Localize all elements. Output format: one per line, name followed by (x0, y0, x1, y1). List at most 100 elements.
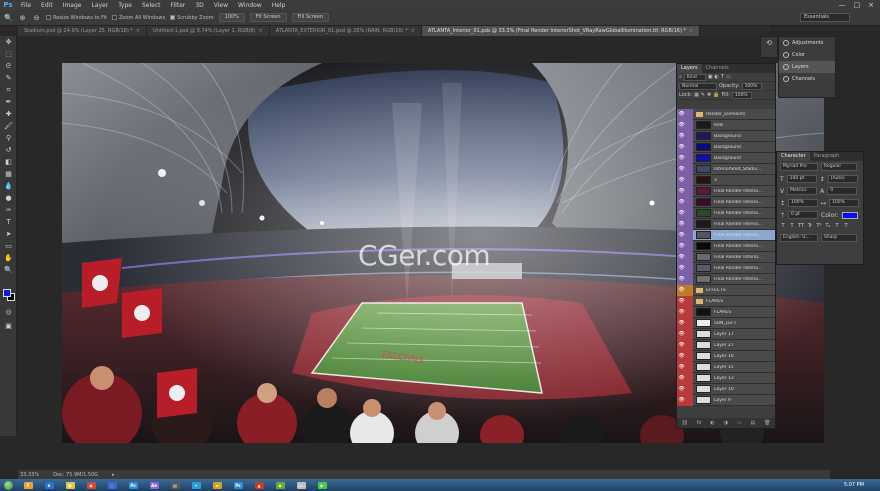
layer-row[interactable]: 👁 Layer 9 (677, 394, 775, 406)
layer-row[interactable]: 👁 Final Render Interio... (677, 240, 775, 252)
layer-row[interactable]: 👁 Final Render Interio... (677, 251, 775, 263)
taskbar-app-button[interactable]: ◆ (271, 480, 289, 491)
taskbar-app-button[interactable]: Ps (229, 480, 247, 491)
taskbar-app-button[interactable]: Ps (124, 480, 142, 491)
visibility-eye-icon[interactable]: 👁 (677, 109, 686, 120)
healing-tool-icon[interactable]: ✚ (0, 108, 17, 120)
menu-filter[interactable]: Filter (166, 2, 191, 9)
minimize-button[interactable]: — (839, 1, 846, 9)
blur-tool-icon[interactable]: 💧 (0, 180, 17, 192)
tab-layers[interactable]: Layers (677, 64, 702, 73)
menu-3d[interactable]: 3D (190, 2, 208, 9)
visibility-eye-icon[interactable]: 👁 (677, 185, 686, 197)
stamp-tool-icon[interactable]: ⚲ (0, 132, 17, 144)
close-tab-icon[interactable]: × (411, 26, 415, 36)
type-style-button[interactable]: T (789, 223, 795, 230)
crop-tool-icon[interactable]: ⌗ (0, 84, 17, 96)
menu-layer[interactable]: Layer (86, 2, 113, 9)
menu-image[interactable]: Image (58, 2, 87, 9)
visibility-eye-icon[interactable]: 👁 (677, 152, 686, 164)
layer-row[interactable]: 👁 Background (677, 130, 775, 142)
menu-edit[interactable]: Edit (36, 2, 58, 9)
eyedropper-tool-icon[interactable]: ✒ (0, 96, 17, 108)
actual-pixels-button[interactable]: 100% (218, 13, 245, 22)
menu-type[interactable]: Type (113, 2, 137, 9)
visibility-eye-icon[interactable]: 👁 (677, 262, 686, 274)
history-brush-icon[interactable]: ↺ (0, 144, 17, 156)
layer-row[interactable]: 👁 InteriorShot_Stadiu... (677, 163, 775, 175)
layer-row[interactable]: 👁 3 (677, 174, 775, 186)
zoom-level[interactable]: 33.33% (20, 472, 39, 478)
visibility-eye-icon[interactable]: 👁 (677, 163, 686, 175)
kind-select[interactable]: Kind (683, 73, 706, 81)
layer-row[interactable]: 👁 Layer 13 (677, 372, 775, 384)
layer-row[interactable]: 👁 Layer 17 (677, 328, 775, 340)
tab-character[interactable]: Character (777, 152, 810, 161)
history-panel-icon[interactable]: ⟲ (761, 37, 777, 49)
language-select[interactable]: English: U... (780, 234, 818, 242)
type-style-button[interactable]: T (834, 223, 840, 230)
tab-paragraph[interactable]: Paragraph (810, 152, 844, 161)
layer-row[interactable]: 👁 Final Render Interio... (677, 196, 775, 208)
adjustment-layer-icon[interactable]: ◑ (724, 420, 728, 426)
menu-select[interactable]: Select (137, 2, 166, 9)
type-tool-icon[interactable]: T (0, 216, 17, 228)
shape-filter-icon[interactable]: ▭ (726, 74, 731, 80)
dodge-tool-icon[interactable]: ● (0, 192, 17, 204)
lock-pixels-icon[interactable]: ▦ (694, 92, 699, 98)
foreground-color-swatch[interactable] (3, 289, 11, 297)
zoom-all-checkbox[interactable]: Zoom All Windows (112, 15, 165, 21)
visibility-eye-icon[interactable]: 👁 (677, 394, 686, 406)
type-style-button[interactable]: T₁ (825, 223, 831, 230)
layer-row[interactable]: 👁 Background (677, 141, 775, 153)
menu-window[interactable]: Window (233, 2, 267, 9)
tab-channels[interactable]: Channels (702, 64, 733, 73)
leading-field[interactable]: (Auto) (827, 175, 858, 183)
taskbar-app-button[interactable]: ▶ (313, 480, 331, 491)
layer-row[interactable]: 👁 Layer 15 (677, 361, 775, 373)
visibility-eye-icon[interactable]: 👁 (677, 295, 686, 307)
antialias-select[interactable]: Sharp (821, 234, 857, 242)
dock-panel-color[interactable]: Color (779, 49, 835, 61)
visibility-eye-icon[interactable]: 👁 (677, 119, 686, 131)
marquee-tool-icon[interactable]: ⬚ (0, 48, 17, 60)
visibility-eye-icon[interactable]: 👁 (677, 339, 686, 351)
taskbar-app-button[interactable]: ✦ (187, 480, 205, 491)
status-arrow-icon[interactable]: ▸ (112, 472, 115, 478)
scrubby-zoom-checkbox[interactable]: Scrubby Zoom (170, 15, 214, 21)
screen-mode-icon[interactable]: ▣ (0, 320, 17, 332)
clock[interactable]: 5:07 PM (844, 482, 880, 488)
taskbar-app-button[interactable]: ◌ (103, 480, 121, 491)
layer-style-icon[interactable]: fx (697, 420, 702, 426)
lock-paint-icon[interactable]: ✎ (701, 92, 705, 98)
move-tool-icon[interactable]: ✥ (0, 36, 17, 48)
font-family-select[interactable]: Myriad Pro (780, 163, 818, 171)
new-group-icon[interactable]: ▭ (737, 420, 742, 426)
menu-help[interactable]: Help (267, 2, 291, 9)
layer-row[interactable]: 👁 FLARES (677, 306, 775, 318)
taskbar-app-button[interactable]: e (40, 480, 58, 491)
menu-file[interactable]: File (16, 2, 36, 9)
lock-move-icon[interactable]: ✥ (707, 92, 711, 98)
layer-row[interactable]: 👁 leds (677, 119, 775, 131)
visibility-eye-icon[interactable]: 👁 (677, 130, 686, 142)
layer-row[interactable]: 👁 Background (677, 152, 775, 164)
taskbar-app-button[interactable]: ▲ (250, 480, 268, 491)
vertical-scale-field[interactable]: 100% (788, 199, 819, 207)
opacity-field[interactable]: 100% (741, 82, 762, 90)
text-color-swatch[interactable] (841, 211, 858, 219)
kerning-field[interactable]: Metrics (787, 187, 818, 195)
font-size-field[interactable]: 100 pt (786, 175, 817, 183)
zoom-in-icon[interactable]: ⊕ (18, 13, 27, 22)
visibility-eye-icon[interactable]: 👁 (677, 372, 686, 384)
lock-all-icon[interactable]: 🔒 (713, 92, 719, 98)
layer-row[interactable]: 👁 Final Render Interio... (677, 207, 775, 219)
maximize-button[interactable]: □ (854, 1, 861, 9)
layer-group-row[interactable]: 👁 FLARES (677, 295, 775, 307)
taskbar-app-button[interactable]: ▤ (166, 480, 184, 491)
visibility-eye-icon[interactable]: 👁 (677, 328, 686, 340)
menu-view[interactable]: View (209, 2, 233, 9)
taskbar-app-button[interactable]: Ae (145, 480, 163, 491)
visibility-eye-icon[interactable]: 👁 (677, 196, 686, 208)
gradient-tool-icon[interactable]: ▦ (0, 168, 17, 180)
